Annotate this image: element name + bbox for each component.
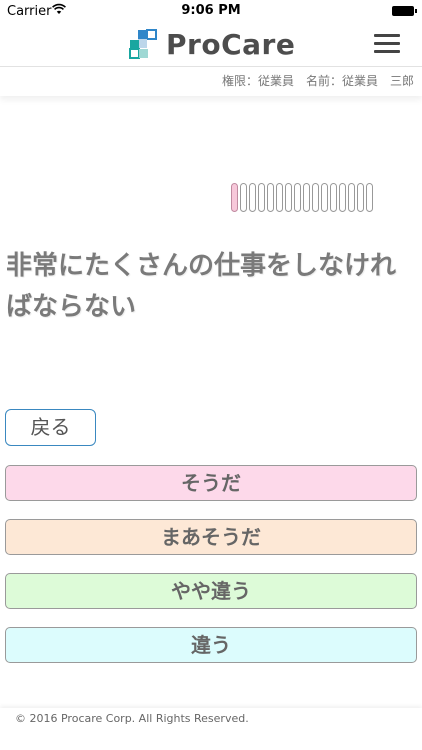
progress-segment: [276, 183, 283, 212]
back-button[interactable]: 戻る: [5, 409, 96, 446]
footer: © 2016 Procare Corp. All Rights Reserved…: [0, 708, 422, 750]
app-header: ProCare: [0, 22, 422, 67]
user-info-bar: 権限：従業員 名前：従業員 三郎: [0, 67, 422, 96]
progress-segment: [339, 183, 346, 212]
hamburger-menu-icon[interactable]: [374, 34, 400, 54]
answer-button-disagree[interactable]: 違う: [5, 627, 417, 663]
progress-segment: [330, 183, 337, 212]
progress-segment: [240, 183, 247, 212]
progress-segment: [321, 183, 328, 212]
clock: 9:06 PM: [181, 3, 241, 18]
progress-segment: [231, 183, 238, 212]
progress-segment: [267, 183, 274, 212]
answer-button-agree[interactable]: そうだ: [5, 465, 417, 501]
question-progress-indicator: [231, 183, 375, 212]
progress-segment: [294, 183, 301, 212]
logo-text: ProCare: [166, 27, 296, 61]
progress-segment: [249, 183, 256, 212]
progress-segment: [366, 183, 373, 212]
logo-mark-icon: [129, 29, 157, 59]
progress-segment: [303, 183, 310, 212]
progress-segment: [348, 183, 355, 212]
copyright-text: © 2016 Procare Corp. All Rights Reserved…: [15, 712, 249, 725]
answer-button-somewhat-agree[interactable]: まあそうだ: [5, 519, 417, 555]
user-info-text: 権限：従業員 名前：従業員 三郎: [221, 74, 414, 88]
answer-button-somewhat-disagree[interactable]: やや違う: [5, 573, 417, 609]
progress-segment: [258, 183, 265, 212]
progress-segment: [312, 183, 319, 212]
progress-segment: [357, 183, 364, 212]
status-bar: Carrier 9:06 PM: [0, 0, 422, 22]
procare-logo: ProCare: [128, 25, 295, 63]
question-text: 非常にたくさんの仕事をしなければならない: [6, 251, 397, 322]
progress-segment: [285, 183, 292, 212]
battery-icon: [392, 6, 417, 16]
